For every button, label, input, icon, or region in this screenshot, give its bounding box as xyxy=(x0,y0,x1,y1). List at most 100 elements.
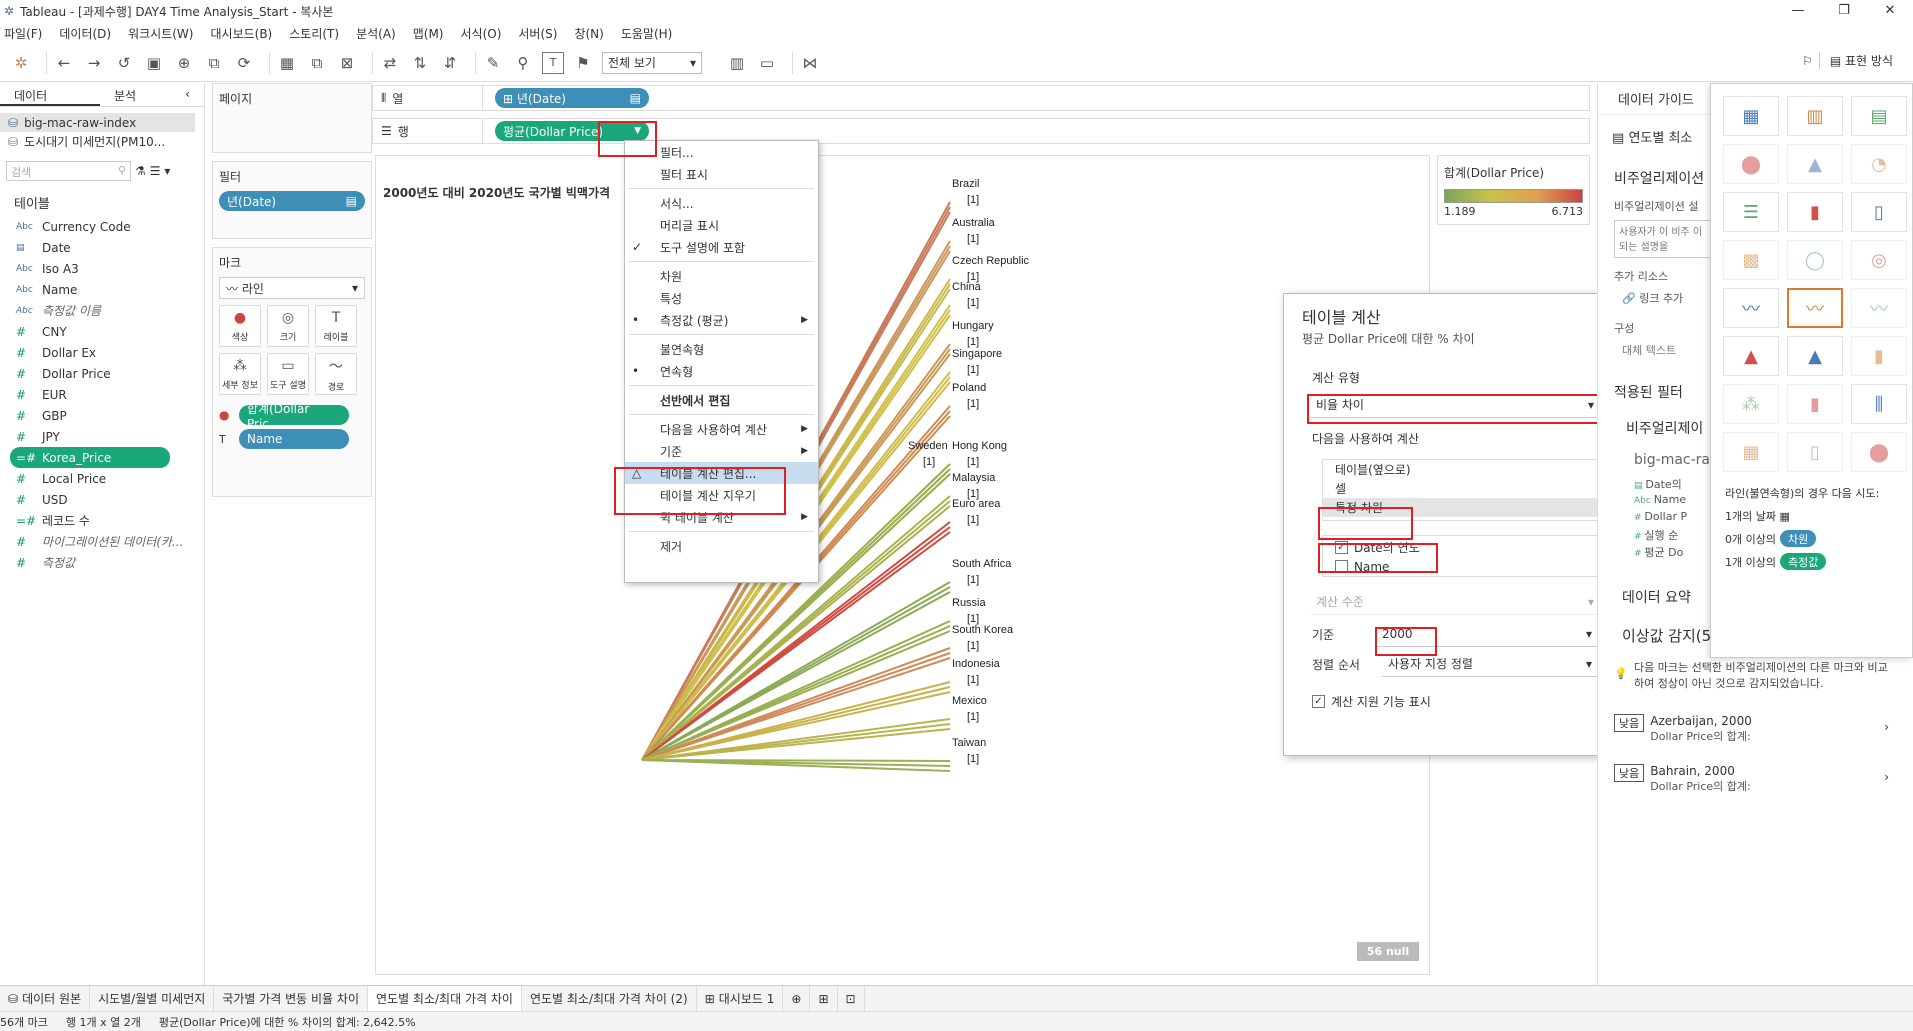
presentation-icon[interactable]: ▭ xyxy=(756,52,778,74)
path-button[interactable]: 〜 경로 xyxy=(315,353,357,395)
context-menu-item[interactable]: 특성 xyxy=(625,287,818,309)
menu-help[interactable]: 도움말(H) xyxy=(621,25,673,42)
showme-chart-icon[interactable]: ⬤ xyxy=(1723,144,1779,184)
viz-desc-input[interactable]: 사용자가 이 비주 이 되는 설명을 xyxy=(1614,220,1714,258)
context-menu-item[interactable]: 기준 ▶ xyxy=(625,440,818,462)
menu-file[interactable]: 파일(F) xyxy=(4,25,42,42)
anomaly-item[interactable]: 낮음 Bahrain, 2000 Dollar Price의 합계: › xyxy=(1598,750,1913,800)
restore-icon[interactable]: ❐ xyxy=(1821,0,1867,22)
field-item[interactable]: Abc Currency Code xyxy=(0,216,204,237)
filters-card[interactable]: 필터 년(Date) ▤ xyxy=(212,161,372,239)
sort-desc-icon[interactable]: ⇵ xyxy=(439,52,461,74)
showme-chart-icon[interactable]: ▦ xyxy=(1723,96,1779,136)
field-item[interactable]: # Dollar Ex xyxy=(0,342,204,363)
menu-story[interactable]: 스토리(T) xyxy=(289,25,339,42)
columns-pill[interactable]: ⊞ 년(Date) ▤ xyxy=(495,88,649,108)
tab-analytics[interactable]: 분석 xyxy=(100,83,150,106)
detail-button[interactable]: ⁂ 세부 정보 xyxy=(219,353,261,395)
field-item[interactable]: Abc 측정값 이름 xyxy=(0,300,204,321)
datasource-item[interactable]: ⛁ 도시대기 미세먼지(PM10... xyxy=(0,132,204,151)
pin-panel-icon[interactable]: ⚐ xyxy=(1802,54,1813,68)
context-menu-item[interactable]: 불연속형 xyxy=(625,338,818,360)
new-datasource-icon[interactable]: ⊕ xyxy=(173,52,195,74)
showme-chart-icon[interactable]: ⫼ xyxy=(1851,384,1907,424)
showme-chart-icon[interactable]: ▥ xyxy=(1787,96,1843,136)
field-item[interactable]: Abc Name xyxy=(0,279,204,300)
tab-dashboard[interactable]: ⊞ 대시보드 1 xyxy=(697,985,784,1012)
showme-chart-icon[interactable]: ▲ xyxy=(1723,336,1779,376)
pause-update-icon[interactable]: ⧉ xyxy=(203,52,225,74)
showme-chart-icon[interactable]: ◎ xyxy=(1851,240,1907,280)
compute-option[interactable]: 테이블(옆으로) xyxy=(1323,460,1601,479)
swap-icon[interactable]: ⇄ xyxy=(379,52,401,74)
undo-icon[interactable]: ← xyxy=(53,52,75,74)
context-menu-item[interactable]: • 측정값 (평균) ▶ xyxy=(625,309,818,331)
close-icon[interactable]: ✕ xyxy=(1867,0,1913,22)
showme-chart-icon[interactable]: ☰ xyxy=(1723,192,1779,232)
tooltip-button[interactable]: ▭ 도구 설명 xyxy=(267,353,309,395)
collapse-icon[interactable]: ‹ xyxy=(171,83,204,106)
highlight-icon[interactable]: ✎ xyxy=(482,52,504,74)
search-input[interactable]: 검색 ⚲ xyxy=(6,161,131,181)
field-item[interactable]: # 마이그레이션된 데이터(카... xyxy=(0,531,204,552)
label-button[interactable]: T 레이블 xyxy=(315,305,357,347)
showme-chart-icon[interactable]: ▲ xyxy=(1787,144,1843,184)
new-sheet-icon[interactable]: ⊕ xyxy=(783,985,811,1012)
size-button[interactable]: ◎ 크기 xyxy=(267,305,309,347)
menu-map[interactable]: 맵(M) xyxy=(413,25,444,42)
save-icon[interactable]: ▣ xyxy=(143,52,165,74)
clear-sheet-icon[interactable]: ⊠ xyxy=(336,52,358,74)
tableau-logo-icon[interactable]: ✲ xyxy=(10,52,32,74)
showme-chart-icon[interactable]: ▮ xyxy=(1851,336,1907,376)
menu-window[interactable]: 창(N) xyxy=(574,25,603,42)
duplicate-sheet-icon[interactable]: ⧉ xyxy=(306,52,328,74)
tab-sheet[interactable]: 국가별 가격 변동 비율 차이 xyxy=(214,985,368,1012)
showme-chart-icon[interactable]: ⬤ xyxy=(1851,432,1907,472)
tab-data[interactable]: 데이터 xyxy=(0,83,100,106)
field-item[interactable]: # Dollar Price xyxy=(0,363,204,384)
menu-server[interactable]: 서버(S) xyxy=(518,25,557,42)
showme-chart-icon[interactable]: ▮ xyxy=(1787,192,1843,232)
context-menu-item[interactable]: ✓ 도구 설명에 포함 xyxy=(625,236,818,258)
field-item[interactable]: Abc Iso A3 xyxy=(0,258,204,279)
context-menu-item[interactable]: 선반에서 편집 xyxy=(625,389,818,411)
field-item[interactable]: # EUR xyxy=(0,384,204,405)
field-item[interactable]: # GBP xyxy=(0,405,204,426)
showme-chart-icon[interactable]: 〰 xyxy=(1787,288,1843,328)
context-menu-item[interactable]: 서식... xyxy=(625,192,818,214)
anomaly-item[interactable]: 낮음 Azerbaijan, 2000 Dollar Price의 합계: › xyxy=(1598,700,1913,750)
view-options-icon[interactable]: ☰ ▾ xyxy=(150,164,171,178)
refresh-icon[interactable]: ⟳ xyxy=(233,52,255,74)
color-legend[interactable]: 합계(Dollar Price) 1.189 6.713 xyxy=(1437,155,1590,225)
field-item[interactable]: =# Korea_Price xyxy=(10,447,170,468)
showme-button[interactable]: ▤ 표현 방식 xyxy=(1818,52,1893,69)
level-select[interactable]: 계산 수준 ▾ xyxy=(1310,589,1600,615)
showme-chart-icon[interactable]: ⁂ xyxy=(1723,384,1779,424)
field-item[interactable]: # CNY xyxy=(0,321,204,342)
filter-icon[interactable]: ⚗ xyxy=(135,164,146,178)
tab-datasource[interactable]: ⛁ 데이터 원본 xyxy=(0,985,91,1012)
field-item[interactable]: ▤ Date xyxy=(0,237,204,258)
minimize-icon[interactable]: — xyxy=(1775,0,1821,22)
context-menu-item[interactable]: 차원 xyxy=(625,265,818,287)
field-item[interactable]: # JPY xyxy=(0,426,204,447)
tab-sheet[interactable]: 시도별/월별 미세먼지 xyxy=(90,985,215,1012)
compute-option[interactable]: 셀 xyxy=(1323,479,1601,498)
showme-chart-icon[interactable]: ▦ xyxy=(1723,432,1779,472)
field-item[interactable]: # 측정값 xyxy=(0,552,204,573)
line-chart[interactable]: Brazil [1] Australia [1] Czech Republic [1] Ch… xyxy=(375,155,1430,975)
showme-chart-icon[interactable]: ▯ xyxy=(1851,192,1907,232)
share-icon[interactable]: ⋈ xyxy=(799,52,821,74)
redo-icon[interactable]: → xyxy=(83,52,105,74)
field-item[interactable]: # Local Price xyxy=(0,468,204,489)
context-menu-item[interactable]: • 연속형 xyxy=(625,360,818,382)
showme-chart-icon[interactable]: ▩ xyxy=(1723,240,1779,280)
context-menu-item[interactable]: 제거 xyxy=(625,535,818,557)
sort-asc-icon[interactable]: ⇅ xyxy=(409,52,431,74)
menu-analysis[interactable]: 분석(A) xyxy=(356,25,396,42)
showme-chart-icon[interactable]: ◔ xyxy=(1851,144,1907,184)
group-icon[interactable]: ⚲ xyxy=(512,52,534,74)
pages-card[interactable]: 페이지 xyxy=(212,83,372,153)
new-dashboard-icon[interactable]: ⊞ xyxy=(810,985,838,1012)
new-story-icon[interactable]: ⊡ xyxy=(838,985,865,1012)
